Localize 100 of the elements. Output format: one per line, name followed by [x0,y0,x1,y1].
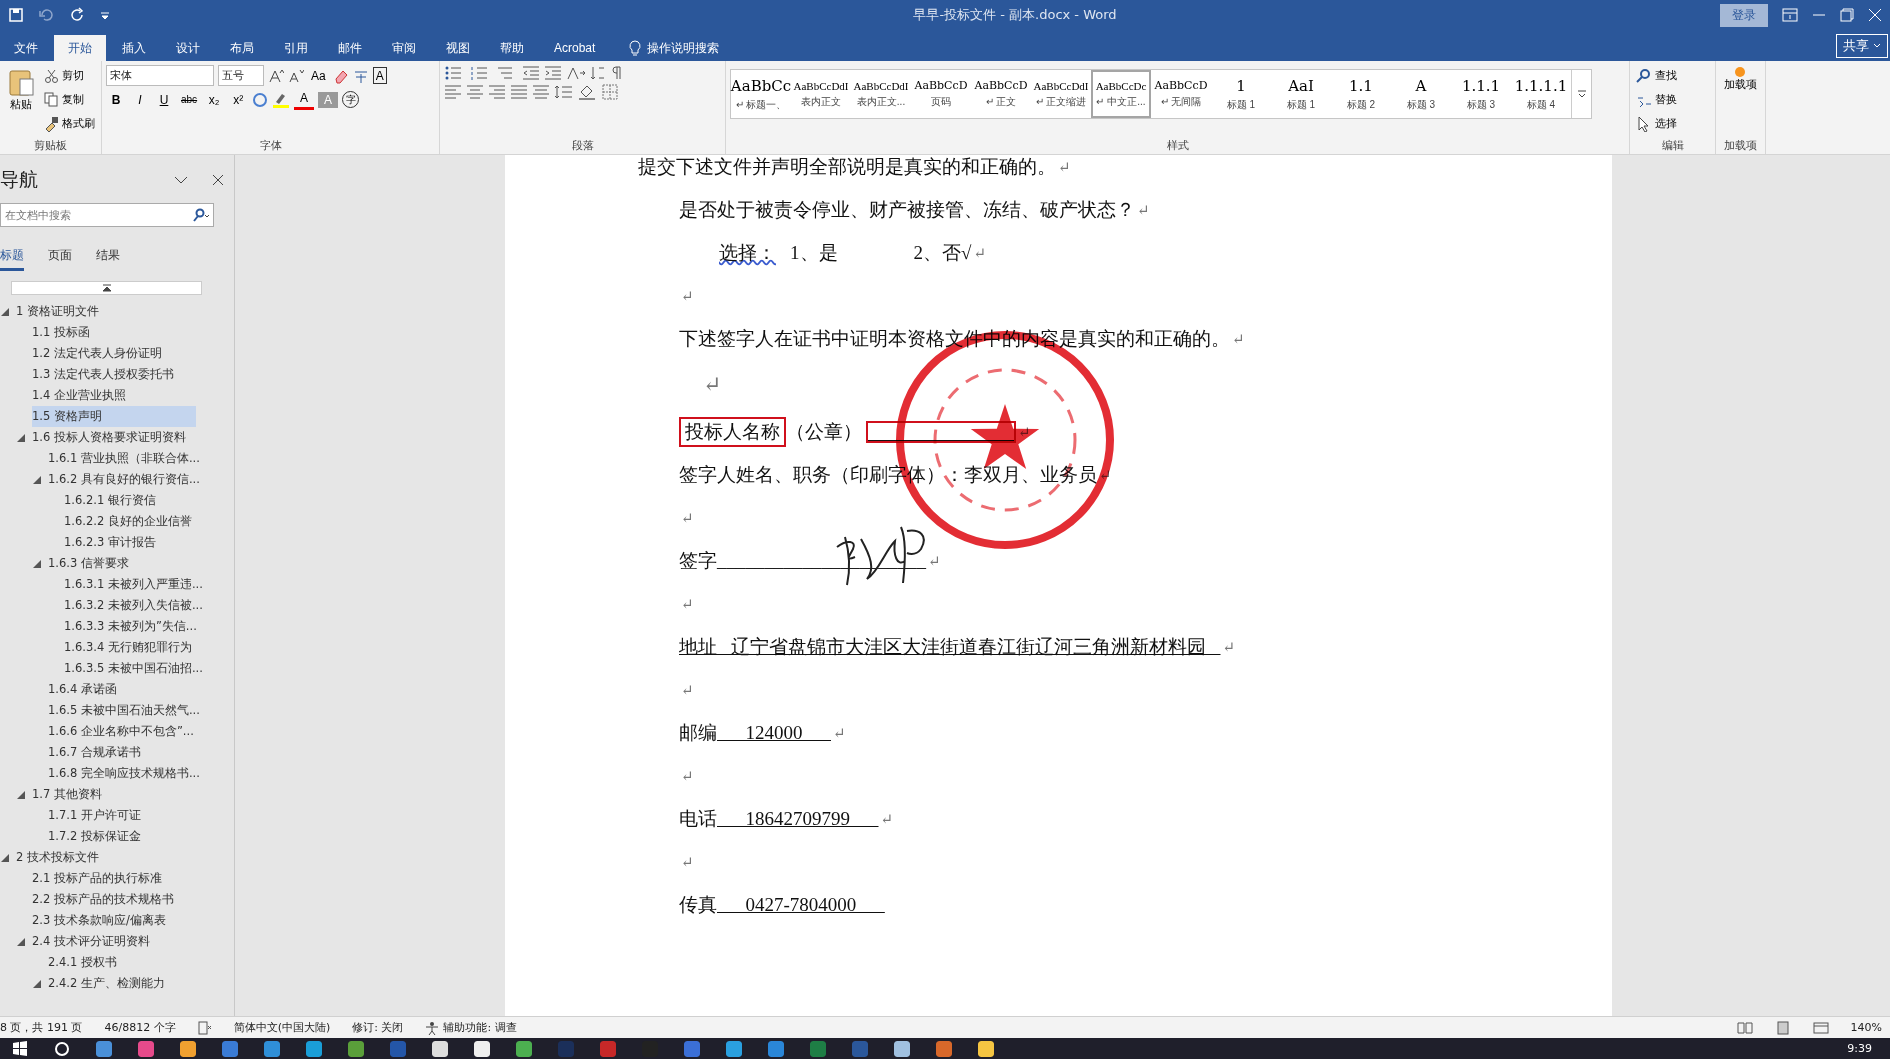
app-icon[interactable] [474,1040,490,1057]
ribbon-display-icon[interactable] [1782,8,1798,22]
more-styles-icon[interactable] [1576,89,1587,99]
character-border-button[interactable]: A [372,67,387,84]
login-button[interactable]: 登录 [1720,3,1768,27]
windows-logo-icon[interactable] [12,1040,28,1057]
heading-item[interactable]: 1.6.8 完全响应技术规格书... [48,763,206,784]
expanded-triangle-icon[interactable] [32,558,42,569]
text-effects-icon[interactable] [252,91,269,108]
highlighter-icon[interactable] [272,91,291,108]
heading-item[interactable]: 1 资格证明文件 [16,301,196,322]
app-icon[interactable] [516,1040,532,1057]
search-icon[interactable] [54,1040,70,1057]
heading-item[interactable]: 1.6.7 合规承诺书 [48,742,196,763]
ribbon-tab[interactable]: 视图 [432,35,484,61]
editing-button[interactable]: 查找 [1634,65,1679,86]
ribbon-tab[interactable]: 帮助 [486,35,538,61]
expanded-triangle-icon[interactable] [16,789,26,800]
expanded-triangle-icon[interactable] [16,936,26,947]
heading-item[interactable]: 1.7.1 开户许可证 [48,805,196,826]
expanded-triangle-icon[interactable] [0,852,10,863]
heading-item[interactable]: 2.4.2 生产、检测能力 [48,973,196,994]
style-option[interactable]: AaI 标题 1 [1271,70,1331,118]
style-option[interactable]: AaBbCcD ↵ 正文 [971,70,1031,118]
paragraph-mark-icon[interactable] [610,65,624,81]
save-icon[interactable] [8,7,24,23]
expanded-triangle-icon[interactable] [32,978,42,989]
customize-icon[interactable] [100,10,110,20]
style-option[interactable]: 1.1 标题 2 [1331,70,1391,118]
read-mode-icon[interactable] [1736,1020,1753,1035]
style-option[interactable]: 1 标题 1 [1211,70,1271,118]
redo-icon[interactable] [70,7,86,23]
heading-item[interactable]: 1.6.2.2 良好的企业信誉 [64,511,198,532]
heading-item[interactable]: 1.6.3.5 未被中国石油招... [64,658,209,679]
heading-item[interactable]: 2.4 技术评分证明资料 [32,931,196,952]
font-name-field[interactable]: 宋体 [106,65,214,86]
accessibility-status[interactable]: 辅助功能: 调查 [443,1020,517,1035]
heading-item[interactable]: 1.5 资格声明 [32,406,196,427]
font-color-button[interactable]: A [294,89,315,110]
editing-button[interactable]: 选择 [1634,113,1679,134]
ribbon-tab[interactable]: 引用 [270,35,322,61]
language-status[interactable]: 简体中文(中国大陆) [233,1020,331,1035]
format-button[interactable]: abc [178,89,201,110]
style-option[interactable]: AaBbCcD 页码 [911,70,971,118]
heading-item[interactable]: 1.6.1 营业执照（非联合体... [48,448,206,469]
heading-item[interactable]: 1.6.2.1 银行资信 [64,490,196,511]
style-option[interactable]: AaBbCcD ↵ 无间隔 [1151,70,1211,118]
ribbon-tab[interactable]: 邮件 [324,35,376,61]
heading-item[interactable]: 1.6.2 具有良好的银行资信... [48,469,206,490]
heading-item[interactable]: 2 技术投标文件 [16,847,196,868]
pane-tab[interactable]: 结果 [96,247,120,271]
search-field[interactable]: 在文档中搜索 [0,203,214,227]
change-case-button[interactable]: Aa [308,65,329,86]
style-option[interactable]: AaBbCcDdI 表内正文 [791,70,851,118]
style-option[interactable]: A 标题 3 [1391,70,1451,118]
heading-item[interactable]: 1.6.3.3 未被列为”失信... [64,616,203,637]
font-size-field[interactable]: 五号 [218,65,264,86]
heading-item[interactable]: 1.7 其他资料 [32,784,196,805]
heading-item[interactable]: 1.7.2 投标保证金 [48,826,196,847]
paste-button[interactable]: 粘贴 [4,65,38,138]
heading-item[interactable]: 1.6.3.2 未被列入失信被... [64,595,209,616]
search-icon[interactable] [192,208,210,222]
heading-item[interactable]: 1.6.6 企业名称中不包含”... [48,721,200,742]
heading-item[interactable]: 1.6 投标人资格要求证明资料 [32,427,196,448]
ribbon-tab[interactable]: 审阅 [378,35,430,61]
shrink-font-icon[interactable] [288,67,304,84]
heading-item[interactable]: 1.6.4 承诺函 [48,679,196,700]
style-option[interactable]: AaBbCcDc ↵ 中文正... [1091,70,1151,118]
heading-item[interactable]: 2.2 投标产品的技术规格书 [32,889,196,910]
expanded-triangle-icon[interactable] [32,474,42,485]
app-icon[interactable] [978,1040,994,1057]
clipboard-button[interactable]: 复制 [42,89,97,110]
chevron-down-icon[interactable] [174,175,188,185]
add-ins-button[interactable]: 加载项 [1720,65,1760,138]
heading-item[interactable]: 1.6.3 信誉要求 [48,553,196,574]
heading-item[interactable]: 1.4 企业营业执照 [32,385,196,406]
heading-item[interactable]: 2.1 投标产品的执行标准 [32,868,196,889]
app-icon[interactable] [432,1040,448,1057]
heading-item[interactable]: 1.6.5 未被中国石油天然气... [48,700,206,721]
restore-icon[interactable] [1840,8,1854,22]
grow-font-icon[interactable] [268,67,284,84]
track-changes-status[interactable]: 修订: 关闭 [352,1020,404,1035]
ribbon-tab[interactable]: 设计 [162,35,214,61]
heading-item[interactable]: 1.6.2.3 审计报告 [64,532,196,553]
heading-item[interactable]: 1.1 投标函 [32,322,196,343]
heading-item[interactable]: 2.4.1 授权书 [48,952,196,973]
line-spacing-icon[interactable] [554,84,574,100]
style-option[interactable]: 1.1.1.1 标题 4 [1511,70,1571,118]
heading-item[interactable]: 1.6.3.4 无行贿犯罪行为 [64,637,198,658]
format-button[interactable]: I [130,89,150,110]
clipboard-button[interactable]: 格式刷 [42,113,97,134]
style-option[interactable]: AaBbCc ↵ 标题一、 [731,70,791,118]
editing-button[interactable]: 替换 [1634,89,1679,110]
ribbon-tab[interactable]: 文件 [0,35,52,61]
proofing-icon[interactable] [197,1020,212,1035]
paint-bucket-icon[interactable] [578,84,598,100]
ribbon-tab[interactable]: 开始 [54,35,106,61]
undo-icon[interactable] [38,7,56,23]
close-icon[interactable] [212,174,224,186]
tell-me-search[interactable]: 操作说明搜索 [647,39,720,57]
